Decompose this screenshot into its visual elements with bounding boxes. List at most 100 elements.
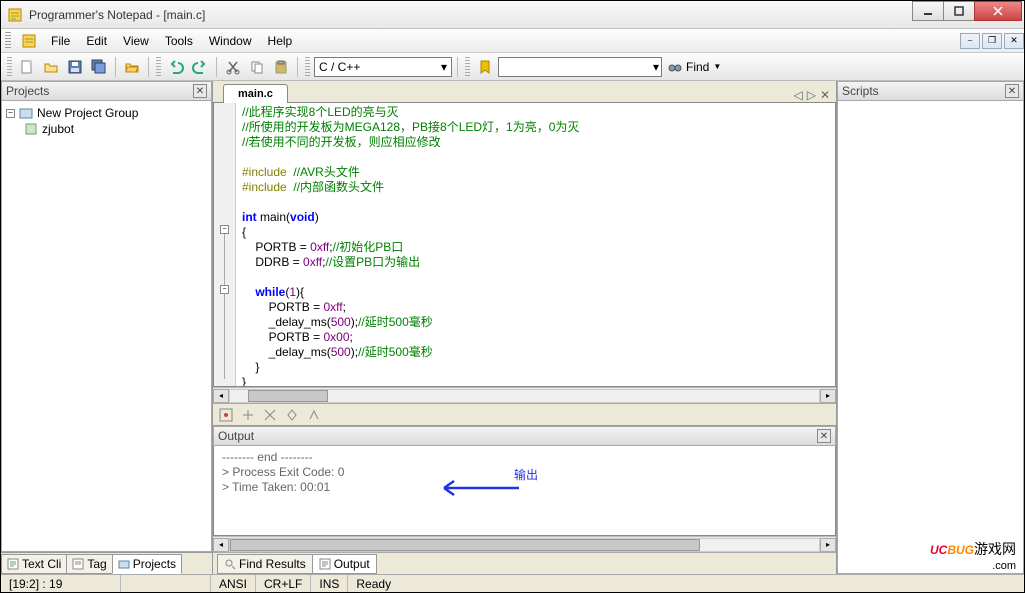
scroll-left-button[interactable]: ◂: [213, 389, 229, 403]
projects-panel-title: Projects: [6, 84, 49, 98]
annotation-arrow: [434, 476, 524, 506]
tool-icon[interactable]: [307, 408, 321, 422]
menu-tools[interactable]: Tools: [157, 31, 201, 51]
output-hscrollbar[interactable]: ◂ ▸: [213, 536, 836, 552]
projects-panel-header: Projects ✕: [1, 81, 212, 101]
mdi-close-button[interactable]: ✕: [1004, 33, 1024, 49]
output-close-button[interactable]: ✕: [817, 429, 831, 443]
toolbar-grip-1[interactable]: [7, 57, 12, 77]
doc-icon: [21, 33, 37, 49]
tab-next-button[interactable]: ▷: [807, 88, 816, 102]
scroll-thumb[interactable]: [230, 539, 700, 551]
menu-window[interactable]: Window: [201, 31, 260, 51]
menu-bar: File Edit View Tools Window Help ⎯ ❐ ✕: [1, 29, 1024, 53]
window-title: Programmer's Notepad - [main.c]: [29, 8, 913, 22]
mdi-restore-button[interactable]: ❐: [982, 33, 1002, 49]
code-editor[interactable]: − − //此程序实现8个LED的亮与灭//所使用的开发板为MEGA128，PB…: [213, 103, 836, 387]
tree-root-label: New Project Group: [37, 106, 138, 120]
projects-icon: [118, 558, 130, 570]
editor-hscrollbar[interactable]: ◂ ▸: [213, 387, 836, 403]
tool-icon[interactable]: [241, 408, 255, 422]
fold-margin[interactable]: − −: [214, 103, 236, 386]
scroll-thumb[interactable]: [248, 390, 328, 402]
new-file-button[interactable]: [16, 56, 38, 78]
status-spacer: [121, 575, 211, 592]
execute-icon[interactable]: [219, 408, 233, 422]
toolbar-grip-2[interactable]: [156, 57, 161, 77]
bottom-tabs: Find Results Output: [213, 552, 836, 574]
project-group-icon: [19, 106, 33, 120]
copy-button[interactable]: [246, 56, 268, 78]
tab-prev-button[interactable]: ◁: [793, 88, 802, 102]
projects-close-button[interactable]: ✕: [193, 84, 207, 98]
editor-tool-strip: [213, 403, 836, 425]
cut-button[interactable]: [222, 56, 244, 78]
watermark: UCBUG游戏网 .com: [930, 534, 1016, 572]
close-button[interactable]: [974, 1, 1022, 21]
toolbar-grip[interactable]: [5, 32, 11, 50]
fold-toggle[interactable]: −: [220, 285, 229, 294]
scripts-panel-body: [837, 101, 1024, 574]
output-line: -------- end --------: [222, 450, 827, 465]
save-all-button[interactable]: [88, 56, 110, 78]
toolbar-grip-4[interactable]: [465, 57, 470, 77]
redo-button[interactable]: [189, 56, 211, 78]
tree-item-label: zjubot: [42, 122, 74, 136]
menu-help[interactable]: Help: [260, 31, 301, 51]
scripts-panel-title: Scripts: [842, 84, 879, 98]
maximize-button[interactable]: [943, 1, 975, 21]
project-tree[interactable]: − New Project Group zjubot: [2, 101, 211, 141]
scripts-close-button[interactable]: ✕: [1005, 84, 1019, 98]
find-button[interactable]: Find ▼: [664, 58, 725, 76]
tab-projects[interactable]: Projects: [112, 554, 182, 574]
bookmark-button[interactable]: [474, 56, 496, 78]
tree-item[interactable]: zjubot: [6, 121, 207, 137]
tab-find-results[interactable]: Find Results: [217, 554, 313, 574]
language-combo[interactable]: C / C++▾: [314, 57, 452, 77]
mdi-minimize-button[interactable]: ⎯: [960, 33, 980, 49]
title-bar: Programmer's Notepad - [main.c]: [1, 1, 1024, 29]
tree-collapse-icon[interactable]: −: [6, 109, 15, 118]
search-combo[interactable]: ▾: [498, 57, 662, 77]
menu-edit[interactable]: Edit: [78, 31, 115, 51]
output-text[interactable]: -------- end -------- > Process Exit Cod…: [213, 446, 836, 536]
tab-close-button[interactable]: ✕: [820, 88, 830, 102]
scroll-left-button[interactable]: ◂: [213, 538, 229, 552]
status-encoding: ANSI: [211, 575, 256, 592]
paste-button[interactable]: [270, 56, 292, 78]
output-line: > Process Exit Code: 0: [222, 465, 827, 480]
output-icon: [319, 558, 331, 570]
search-icon: [224, 558, 236, 570]
project-icon: [24, 122, 38, 136]
textclips-icon: [7, 558, 19, 570]
tool-icon[interactable]: [263, 408, 277, 422]
tool-icon[interactable]: [285, 408, 299, 422]
tab-textclips[interactable]: Text Cli: [1, 554, 67, 574]
left-panel-tabs: Text Cli Tag Projects: [1, 552, 212, 574]
menu-view[interactable]: View: [115, 31, 157, 51]
tree-root[interactable]: − New Project Group: [6, 105, 207, 121]
tab-output[interactable]: Output: [312, 554, 377, 574]
chevron-down-icon: ▾: [653, 60, 659, 74]
fold-toggle[interactable]: −: [220, 225, 229, 234]
menu-file[interactable]: File: [43, 31, 78, 51]
status-eol: CR+LF: [256, 575, 311, 592]
minimize-button[interactable]: [912, 1, 944, 21]
open-file-button[interactable]: [40, 56, 62, 78]
undo-button[interactable]: [165, 56, 187, 78]
output-panel-header: Output ✕: [213, 426, 836, 446]
tab-tags[interactable]: Tag: [66, 554, 112, 574]
save-button[interactable]: [64, 56, 86, 78]
editor-tab-bar: main.c ◁ ▷ ✕: [213, 81, 836, 103]
scroll-right-button[interactable]: ▸: [820, 389, 836, 403]
binoculars-icon: [668, 60, 682, 74]
toolbar-grip-3[interactable]: [305, 57, 310, 77]
tags-icon: [72, 558, 84, 570]
open-folder-button[interactable]: [121, 56, 143, 78]
scroll-right-button[interactable]: ▸: [820, 538, 836, 552]
chevron-down-icon: ▼: [713, 62, 721, 71]
editor-tab-main.c[interactable]: main.c: [223, 84, 288, 103]
chevron-down-icon: ▾: [441, 60, 447, 74]
status-ready: Ready: [348, 575, 1024, 592]
status-bar: [19:2] : 19 ANSI CR+LF INS Ready: [1, 574, 1024, 592]
